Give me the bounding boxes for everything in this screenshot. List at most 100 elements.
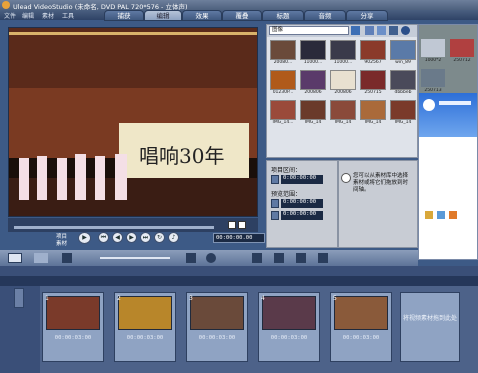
thumbnail[interactable]: [360, 70, 386, 90]
messenger-banner: [419, 93, 477, 137]
clip[interactable]: 1 00:00:03:00: [42, 292, 104, 362]
next-frame-icon[interactable]: ▶: [126, 232, 137, 243]
step-overlay[interactable]: 覆叠: [222, 10, 262, 21]
clip-index: 1: [45, 295, 49, 302]
storyboard-view-icon[interactable]: [8, 253, 22, 263]
mail-icon[interactable]: [449, 211, 457, 219]
thumbnail-caption: dbbbeb: [394, 90, 412, 95]
menu-file[interactable]: 文件: [4, 11, 16, 20]
timeline-toolbar: [0, 250, 418, 266]
thumbnail-caption: IMG_14...: [272, 120, 294, 125]
dropdown-icon[interactable]: [351, 26, 360, 35]
zoom-slider[interactable]: [100, 257, 170, 259]
menu-tools[interactable]: 工具: [62, 11, 74, 20]
app-icon: [2, 1, 10, 9]
thumbnail[interactable]: [421, 69, 445, 87]
timecode-display[interactable]: 00:00:00.00: [213, 233, 265, 243]
options-icon[interactable]: [389, 26, 398, 35]
clip-thumbnail: [262, 296, 316, 330]
range-start-field[interactable]: 0:00:00:00: [281, 199, 323, 208]
track-toggle[interactable]: [14, 288, 24, 308]
duration-field[interactable]: 0:00:00:00: [281, 175, 323, 184]
folder-icon[interactable]: [365, 26, 374, 35]
thumbnail[interactable]: [300, 100, 326, 120]
repeat-icon[interactable]: ↻: [154, 232, 165, 243]
drop-zone[interactable]: 将视频素材拖到此处: [400, 292, 460, 362]
clip[interactable]: 3 00:00:03:00: [186, 292, 248, 362]
scrub-bar[interactable]: [8, 218, 258, 232]
clip-duration: 00:00:03:00: [54, 335, 92, 341]
preview-range-label: 预览范围：: [271, 191, 302, 198]
folder-icon[interactable]: [425, 211, 433, 219]
batch-icon[interactable]: [318, 253, 328, 263]
thumbnail-caption: 250715: [364, 90, 382, 95]
thumbnail[interactable]: [390, 40, 416, 60]
thumbnail[interactable]: [270, 70, 296, 90]
mixer-icon[interactable]: [274, 253, 284, 263]
step-capture[interactable]: 捕获: [104, 10, 144, 21]
options-panel: 项目区间： 0:00:00:00 预览范围： 0:00:00:00 0:00:0…: [266, 160, 338, 248]
thumbnail[interactable]: [360, 100, 386, 120]
import-icon[interactable]: [377, 26, 386, 35]
range-end-field[interactable]: 0:00:00:00: [281, 211, 323, 220]
thumbnail[interactable]: [300, 70, 326, 90]
mark-out-button[interactable]: [238, 221, 246, 229]
menu-clip[interactable]: 素材: [42, 11, 54, 20]
track-icon[interactable]: [296, 253, 306, 263]
thumbnail[interactable]: [330, 40, 356, 60]
clip-mode-label[interactable]: 素材: [56, 239, 67, 247]
timeline-ruler: [0, 276, 478, 286]
clip-thumbnail: [190, 296, 244, 330]
step-effects[interactable]: 效果: [182, 10, 222, 21]
clip-thumbnail: [46, 296, 100, 330]
thumbnail-caption: 250712: [453, 58, 471, 63]
settings-icon[interactable]: [437, 211, 445, 219]
clip-thumbnail: [334, 296, 388, 330]
end-icon[interactable]: ⏭: [140, 232, 151, 243]
thumbnail[interactable]: [330, 100, 356, 120]
status-bar: [439, 101, 471, 105]
timeline-view-icon[interactable]: [34, 253, 48, 263]
step-audio[interactable]: 音频: [304, 10, 346, 21]
undo-icon[interactable]: [186, 253, 196, 263]
thumbnail-caption: 200806: [334, 90, 352, 95]
thumbnail[interactable]: [270, 100, 296, 120]
thumbnail[interactable]: [421, 39, 445, 57]
thumbnail[interactable]: [330, 70, 356, 90]
thumbnail[interactable]: [390, 70, 416, 90]
thumbnail[interactable]: [390, 100, 416, 120]
thumbnail[interactable]: [270, 40, 296, 60]
menu-edit[interactable]: 编辑: [22, 11, 34, 20]
scrub-track[interactable]: [14, 226, 214, 229]
volume-icon[interactable]: ♪: [168, 232, 179, 243]
clip-index: 2: [117, 295, 121, 302]
previous-frame-icon[interactable]: ◀: [112, 232, 123, 243]
mark-in-button[interactable]: [228, 221, 236, 229]
step-share[interactable]: 分享: [346, 10, 388, 21]
play-icon[interactable]: ▶: [78, 232, 91, 244]
side-thumbnails-panel: 1000*2 250712 250713: [419, 25, 477, 93]
thumbnail-caption: 11000...: [303, 60, 323, 65]
record-icon[interactable]: [252, 253, 262, 263]
step-title[interactable]: 标题: [262, 10, 304, 21]
library-category-select[interactable]: 图像: [269, 26, 349, 35]
side-window: 1000*2 250712 250713: [418, 24, 478, 260]
clip[interactable]: 4 00:00:03:00: [258, 292, 320, 362]
clip-index: 5: [333, 295, 337, 302]
library-toolbar: 图像: [267, 25, 417, 37]
thumbnail-caption: 20080...: [273, 60, 293, 65]
thumbnail-caption: 902567: [364, 60, 382, 65]
clip[interactable]: 2 00:00:03:00: [114, 292, 176, 362]
audio-view-icon[interactable]: [62, 253, 72, 263]
info-icon: [341, 173, 351, 183]
nav-icon[interactable]: [401, 26, 410, 35]
thumbnail[interactable]: [360, 40, 386, 60]
stage-photo: 唱响30年: [9, 28, 257, 216]
step-edit[interactable]: 编辑: [144, 10, 182, 21]
buddy-icon[interactable]: [423, 99, 435, 111]
redo-icon[interactable]: [206, 253, 216, 263]
thumbnail[interactable]: [300, 40, 326, 60]
clip[interactable]: 5 00:00:03:00: [330, 292, 392, 362]
home-icon[interactable]: ⏮: [98, 232, 109, 243]
thumbnail[interactable]: [450, 39, 474, 57]
